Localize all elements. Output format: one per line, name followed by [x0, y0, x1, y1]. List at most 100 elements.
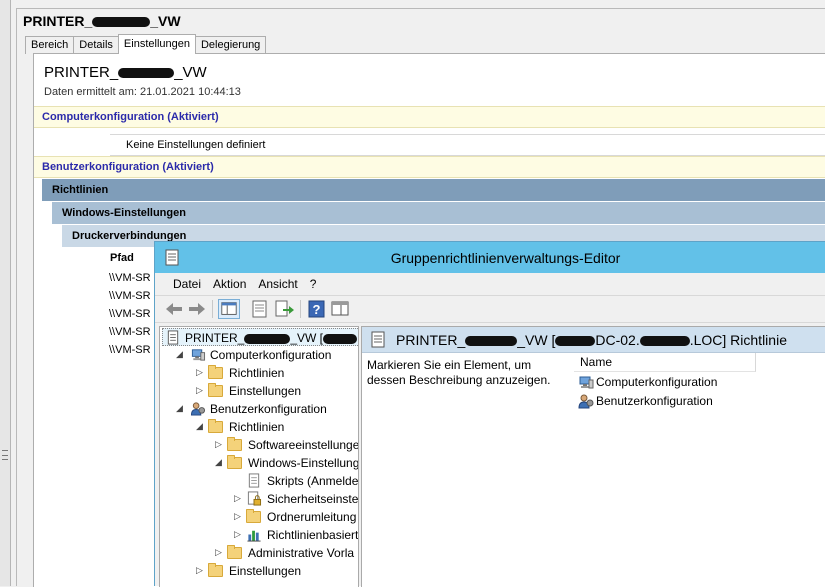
pfad-row: \\VM-SR — [109, 290, 151, 302]
expand-icon[interactable]: ▷ — [234, 493, 244, 504]
collapse-icon[interactable]: ◢ — [196, 421, 206, 432]
gp-editor-window: Gruppenrichtlinienverwaltungs-Editor Dat… — [154, 241, 825, 587]
computer-config-heading[interactable]: Computerkonfiguration (Aktiviert) — [34, 106, 825, 128]
pfad-row: \\VM-SR — [109, 308, 151, 320]
tab-details[interactable]: Details — [73, 36, 119, 54]
tree-item-label: Einstellungen — [229, 564, 302, 578]
tree-item-label: Benutzerkonfiguration — [210, 402, 327, 416]
toolbar-separator — [300, 300, 301, 318]
tree-item-administrative-vorlagen[interactable]: ▷ Administrative Vorla — [160, 544, 358, 562]
collapse-icon[interactable]: ◢ — [176, 403, 186, 414]
security-icon — [247, 491, 262, 506]
forward-icon[interactable] — [186, 299, 208, 319]
computer-icon — [579, 376, 594, 389]
tree-item-label: Skripts (Anmelde — [267, 474, 359, 488]
tree-item-sicherheitseinstellungen[interactable]: ▷ Sicherheitseinstel — [160, 490, 359, 508]
tree-item-label: Windows-Einstellung — [248, 456, 359, 470]
tree-item-label: Richtlinien — [229, 366, 285, 380]
tree-item-windows-einstellungen[interactable]: ◢ Windows-Einstellung — [160, 454, 359, 472]
folder-icon — [227, 545, 243, 560]
tree-item-computerkonfiguration[interactable]: ◢ Computerkonfiguration — [160, 346, 358, 364]
folder-icon — [208, 563, 224, 578]
tab-delegierung[interactable]: Delegierung — [194, 36, 267, 54]
tree-item-label: Ordnerumleitung — [267, 510, 357, 524]
list-item-label: Computerkonfiguration — [596, 375, 718, 389]
redacted-text — [555, 336, 596, 347]
script-icon — [248, 473, 260, 488]
tree-item-einstellungen[interactable]: ▷ Einstellungen — [160, 562, 358, 580]
tree-root-label: PRINTER_ _VW [ — [185, 331, 358, 345]
export-list-icon[interactable] — [273, 299, 295, 319]
expand-icon[interactable]: ▷ — [234, 529, 244, 540]
expand-icon[interactable]: ▷ — [215, 547, 225, 558]
menu-aktion[interactable]: Aktion — [207, 273, 252, 295]
tree-item-benutzerkonfiguration[interactable]: ◢ Benutzerkonfiguration — [160, 400, 358, 418]
collapse-icon[interactable]: ◢ — [215, 457, 225, 468]
details-header: PRINTER_ _VW [DC-02. .LOC] Richtlinie — [362, 327, 825, 353]
show-hide-tree-icon[interactable] — [218, 299, 240, 319]
redacted-text — [244, 333, 291, 344]
editor-titlebar[interactable]: Gruppenrichtlinienverwaltungs-Editor — [155, 242, 825, 273]
qos-chart-icon — [247, 530, 261, 542]
tab-einstellungen[interactable]: Einstellungen — [117, 34, 196, 54]
pfad-row: \\VM-SR — [109, 326, 151, 338]
svg-text:?: ? — [313, 302, 321, 317]
tree-item-ordnerumleitung[interactable]: ▷ Ordnerumleitung — [160, 508, 358, 526]
extended-view-icon[interactable] — [329, 299, 351, 319]
tree-item-richtlinien[interactable]: ◢ Richtlinien — [160, 418, 358, 436]
gpo-document-icon — [167, 330, 179, 345]
folder-icon — [208, 383, 224, 398]
expand-icon[interactable]: ▷ — [196, 385, 206, 396]
console-tree: PRINTER_ _VW [ ◢ Computerkonfiguration ▷ … — [159, 326, 359, 587]
user-config-icon — [578, 394, 594, 409]
tree-item-label: Sicherheitseinstel — [267, 492, 359, 506]
folder-icon — [227, 437, 243, 452]
details-pane: PRINTER_ _VW [DC-02. .LOC] Richtlinie Mark… — [361, 326, 825, 587]
redacted-text — [92, 17, 151, 28]
pfad-row: \\VM-SR — [109, 272, 151, 284]
redacted-text — [118, 68, 175, 79]
windows-settings-heading[interactable]: Windows-Einstellungen — [52, 202, 825, 224]
richtlinien-heading[interactable]: Richtlinien — [42, 179, 825, 201]
description-text: Markieren Sie ein Element, um dessen Bes… — [367, 358, 551, 387]
user-config-icon — [190, 402, 206, 416]
tree-item-richtlinienbasiert[interactable]: ▷ Richtlinienbasiert — [160, 526, 359, 544]
help-icon[interactable]: ? — [306, 299, 328, 319]
menu-help[interactable]: ? — [304, 273, 323, 295]
column-header-name[interactable]: Name — [574, 353, 756, 372]
menu-ansicht[interactable]: Ansicht — [252, 273, 303, 295]
properties-icon[interactable] — [249, 299, 271, 319]
expand-icon[interactable]: ▷ — [234, 511, 244, 522]
menu-datei[interactable]: Datei — [167, 273, 207, 295]
splitter-grip-icon[interactable] — [2, 450, 8, 460]
tree-item-label: Administrative Vorla — [248, 546, 355, 560]
tree-item-label: Computerkonfiguration — [210, 348, 332, 362]
tree-item-label: Einstellungen — [229, 384, 302, 398]
redacted-text — [323, 333, 358, 344]
editor-title: Gruppenrichtlinienverwaltungs-Editor — [390, 250, 621, 266]
left-splitter[interactable] — [0, 0, 11, 586]
back-icon[interactable] — [163, 299, 185, 319]
tree-root-gpo[interactable]: PRINTER_ _VW [ — [162, 328, 358, 346]
tree-item-label: Richtlinienbasiert — [267, 528, 359, 542]
collapse-icon[interactable]: ◢ — [176, 349, 186, 360]
tree-item-skripts[interactable]: Skripts (Anmelde — [160, 472, 359, 490]
report-gpo-name: PRINTER_ _VW — [44, 64, 207, 81]
user-config-heading[interactable]: Benutzerkonfiguration (Aktiviert) — [34, 156, 825, 178]
expand-icon[interactable]: ▷ — [196, 367, 206, 378]
tree-item-richtlinien[interactable]: ▷ Richtlinien — [160, 364, 358, 382]
expand-icon[interactable]: ▷ — [196, 565, 206, 576]
expand-icon[interactable]: ▷ — [215, 439, 225, 450]
report-date: Daten ermittelt am: 21.01.2021 10:44:13 — [44, 86, 241, 98]
menu-bar: Datei Aktion Ansicht ? — [155, 273, 825, 295]
gpo-title: PRINTER_ _VW — [23, 13, 181, 29]
tree-item-label: Softwareeinstellunge — [248, 438, 359, 452]
tab-bereich[interactable]: Bereich — [25, 36, 75, 54]
tree-item-einstellungen[interactable]: ▷ Einstellungen — [160, 382, 358, 400]
pfad-row: \\VM-SR — [109, 344, 151, 356]
toolbar-separator — [212, 300, 213, 318]
gpo-document-icon — [371, 331, 385, 348]
toolbar: ? — [155, 295, 825, 323]
tree-item-softwareeinstellungen[interactable]: ▷ Softwareeinstellunge — [160, 436, 359, 454]
computer-icon — [191, 349, 206, 361]
